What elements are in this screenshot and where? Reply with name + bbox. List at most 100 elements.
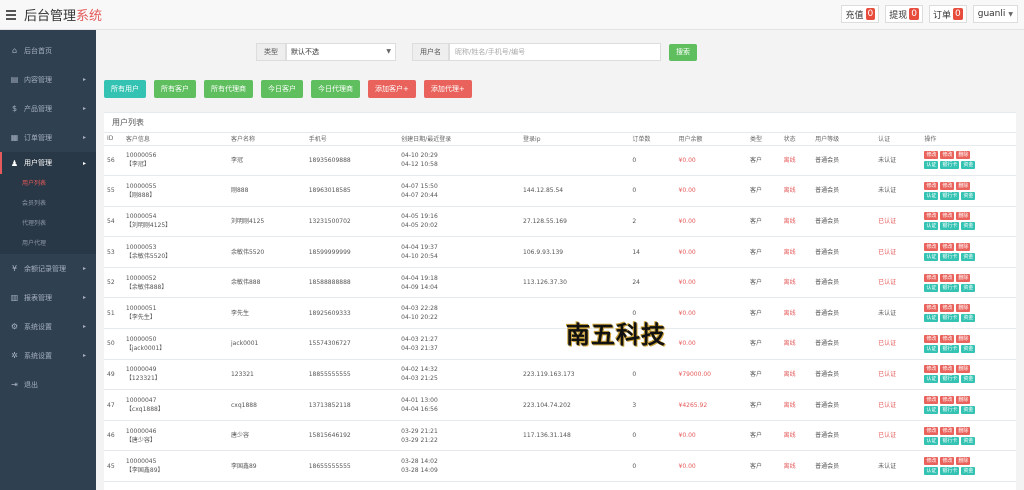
action-button[interactable]: 修改 [940, 334, 955, 343]
action-button[interactable]: 删除 [956, 212, 971, 221]
action-button[interactable]: 认证 [924, 436, 939, 445]
orders-link[interactable]: 订单 0 [928, 5, 967, 23]
action-button[interactable]: 删除 [956, 243, 971, 252]
action-button[interactable]: 认证 [924, 375, 939, 384]
action-button[interactable]: 银行卡 [940, 375, 960, 384]
cell-id: 55 [104, 175, 123, 207]
action-button[interactable]: 银行卡 [940, 222, 960, 231]
action-button[interactable]: 删除 [956, 181, 971, 190]
withdraw-link[interactable]: 提现 0 [885, 5, 923, 23]
action-button[interactable]: 修改 [940, 304, 955, 313]
action-button[interactable]: 银行卡 [940, 467, 960, 476]
sidebar-subitem-2[interactable]: 代理列表 [0, 214, 96, 234]
sidebar-subitem-3[interactable]: 用户代理 [0, 234, 96, 254]
action-button[interactable]: 修改 [924, 304, 939, 313]
action-button[interactable]: 修改 [940, 212, 955, 221]
column-header: 登录ip [520, 133, 630, 146]
action-button[interactable]: 认证 [924, 314, 939, 323]
action-button[interactable]: 删除 [956, 457, 971, 466]
sidebar-item-5[interactable]: ¥ 余额记录管理 ▸ [0, 254, 96, 283]
action-button[interactable]: 修改 [924, 457, 939, 466]
filter-button-0[interactable]: 所有用户 [104, 80, 146, 98]
action-button[interactable]: 资金 [961, 161, 976, 170]
action-button[interactable]: 资金 [961, 222, 976, 231]
action-button[interactable]: 资金 [961, 344, 976, 353]
action-button[interactable]: 资金 [961, 283, 976, 292]
action-button[interactable]: 认证 [924, 344, 939, 353]
sidebar-item-9[interactable]: ⇥ 退出 [0, 370, 96, 399]
action-button[interactable]: 银行卡 [940, 436, 960, 445]
action-button[interactable]: 修改 [924, 426, 939, 435]
sidebar-item-1[interactable]: ▤ 内容管理 ▸ [0, 65, 96, 94]
action-button[interactable]: 修改 [940, 365, 955, 374]
action-button[interactable]: 修改 [924, 212, 939, 221]
action-button[interactable]: 修改 [940, 396, 955, 405]
action-button[interactable]: 修改 [940, 243, 955, 252]
action-button[interactable]: 删除 [956, 151, 971, 160]
action-button[interactable]: 认证 [924, 406, 939, 415]
sidebar-subitem-1[interactable]: 会员列表 [0, 194, 96, 214]
action-button[interactable]: 资金 [961, 191, 976, 200]
action-button[interactable]: 修改 [924, 151, 939, 160]
action-button[interactable]: 资金 [961, 375, 976, 384]
action-button[interactable]: 资金 [961, 467, 976, 476]
action-button[interactable]: 删除 [956, 273, 971, 282]
action-button[interactable]: 认证 [924, 191, 939, 200]
sidebar-item-7[interactable]: ⚙ 系统设置 ▸ [0, 312, 96, 341]
action-button[interactable]: 删除 [956, 304, 971, 313]
action-button[interactable]: 修改 [924, 365, 939, 374]
action-button[interactable]: 删除 [956, 396, 971, 405]
type-select[interactable]: 默认不选 ▼ [286, 43, 396, 61]
action-button[interactable]: 修改 [924, 243, 939, 252]
recharge-link[interactable]: 充值 0 [841, 5, 880, 23]
sidebar-subitem-0[interactable]: 用户列表 [0, 174, 96, 194]
action-button[interactable]: 资金 [961, 253, 976, 262]
action-button[interactable]: 资金 [961, 406, 976, 415]
withdraw-label: 提现 [889, 10, 908, 21]
action-button[interactable]: 删除 [956, 365, 971, 374]
action-button[interactable]: 银行卡 [940, 161, 960, 170]
action-button[interactable]: 银行卡 [940, 283, 960, 292]
user-menu[interactable]: guanli ▼ [972, 5, 1018, 23]
action-button[interactable]: 修改 [924, 334, 939, 343]
filter-button-1[interactable]: 所有客户 [154, 80, 196, 98]
action-button[interactable]: 认证 [924, 253, 939, 262]
action-button[interactable]: 认证 [924, 222, 939, 231]
action-button[interactable]: 认证 [924, 467, 939, 476]
action-button[interactable]: 修改 [924, 396, 939, 405]
action-button[interactable]: 修改 [924, 181, 939, 190]
action-button[interactable]: 认证 [924, 283, 939, 292]
action-button[interactable]: 修改 [924, 273, 939, 282]
action-button[interactable]: 认证 [924, 161, 939, 170]
search-button[interactable]: 搜索 [669, 43, 697, 61]
action-button[interactable]: 银行卡 [940, 406, 960, 415]
sidebar-item-0[interactable]: ⌂ 后台首页 [0, 36, 96, 65]
action-button[interactable]: 修改 [940, 426, 955, 435]
action-button[interactable]: 修改 [940, 181, 955, 190]
search-input[interactable]: 昵称/姓名/手机号/编号 [449, 43, 661, 61]
action-button[interactable]: 资金 [961, 436, 976, 445]
sidebar-item-2[interactable]: $ 产品管理 ▸ [0, 94, 96, 123]
action-button[interactable]: 修改 [940, 273, 955, 282]
sidebar-item-3[interactable]: ▦ 订单管理 ▸ [0, 123, 96, 152]
filter-button-3[interactable]: 今日客户 [261, 80, 303, 98]
sidebar-item-label: 退出 [24, 380, 38, 389]
action-button[interactable]: 银行卡 [940, 253, 960, 262]
action-button[interactable]: 删除 [956, 334, 971, 343]
action-button[interactable]: 修改 [940, 151, 955, 160]
cell-actions: 修改 修改 删除 认证 银行卡 资金 [921, 267, 1016, 299]
sidebar-item-8[interactable]: ✲ 系统设置 ▸ [0, 341, 96, 370]
action-button[interactable]: 资金 [961, 314, 976, 323]
sidebar-item-4[interactable]: ♟ 用户管理 ▸ [0, 152, 96, 174]
action-button[interactable]: 修改 [940, 457, 955, 466]
action-button[interactable]: 删除 [956, 426, 971, 435]
sidebar-item-6[interactable]: ▥ 报表管理 ▸ [0, 283, 96, 312]
filter-button-4[interactable]: 今日代理商 [311, 80, 360, 98]
action-button[interactable]: 银行卡 [940, 314, 960, 323]
cell-actions: 修改 修改 删除 认证 银行卡 资金 [921, 420, 1016, 452]
filter-button-2[interactable]: 所有代理商 [204, 80, 253, 98]
filter-button-5[interactable]: 添加客户+ [368, 80, 416, 98]
action-button[interactable]: 银行卡 [940, 191, 960, 200]
filter-button-6[interactable]: 添加代理+ [423, 80, 472, 98]
action-button[interactable]: 银行卡 [940, 344, 960, 353]
